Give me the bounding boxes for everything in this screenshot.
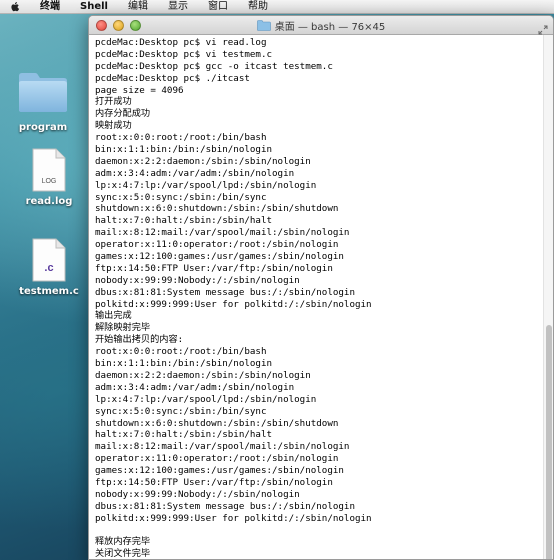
terminal-line: polkitd:x:999:999:User for polkitd:/:/sb… xyxy=(95,512,372,524)
terminal-line: 内存分配成功 xyxy=(95,108,151,120)
terminal-line: games:x:12:100:games:/usr/games:/sbin/no… xyxy=(95,251,344,263)
terminal-line: pcdeMac:Desktop pc$ ./itcast xyxy=(95,72,250,84)
terminal-line: root:x:0:0:root:/root:/bin/bash xyxy=(95,346,267,358)
menu-shell[interactable]: Shell xyxy=(80,0,108,14)
terminal-line: 关闭文件完毕 xyxy=(95,548,151,559)
terminal-line: 解除映射完毕 xyxy=(95,322,151,334)
terminal-line: dbus:x:81:81:System message bus:/:/sbin/… xyxy=(95,286,355,298)
terminal-line: page size = 4096 xyxy=(95,84,184,96)
menu-bar: 终端 Shell 编辑 显示 窗口 帮助 xyxy=(0,0,554,14)
terminal-line: ftp:x:14:50:FTP User:/var/ftp:/sbin/nolo… xyxy=(95,262,333,274)
folder-icon xyxy=(256,19,271,31)
terminal-line: sync:x:5:0:sync:/sbin:/bin/sync xyxy=(95,405,267,417)
terminal-line: lp:x:4:7:lp:/var/spool/lpd:/sbin/nologin xyxy=(95,393,317,405)
desktop-item-label: testmem.c xyxy=(19,286,79,297)
terminal-line: 输出完成 xyxy=(95,310,132,322)
terminal-line: daemon:x:2:2:daemon:/sbin:/sbin/nologin xyxy=(95,369,311,381)
terminal-line: 打开成功 xyxy=(95,96,132,108)
zoom-button[interactable] xyxy=(130,20,141,31)
terminal-line: pcdeMac:Desktop pc$ vi read.log xyxy=(95,37,267,48)
menu-terminal[interactable]: 终端 xyxy=(40,0,60,14)
c-badge: .c xyxy=(44,262,54,274)
terminal-line: adm:x:3:4:adm:/var/adm:/sbin/nologin xyxy=(95,167,295,179)
c-file-icon: .c xyxy=(32,238,66,282)
terminal-line: bin:x:1:1:bin:/bin:/sbin/nologin xyxy=(95,144,273,156)
menu-help[interactable]: 帮助 xyxy=(248,0,268,14)
terminal-line: bin:x:1:1:bin:/bin:/sbin/nologin xyxy=(95,358,273,370)
terminal-line: pcdeMac:Desktop pc$ gcc -o itcast testme… xyxy=(95,60,333,72)
terminal-line: lp:x:4:7:lp:/var/spool/lpd:/sbin/nologin xyxy=(95,179,317,191)
terminal-line: shutdown:x:6:0:shutdown:/sbin:/sbin/shut… xyxy=(95,417,339,429)
terminal-line: mail:x:8:12:mail:/var/spool/mail:/sbin/n… xyxy=(95,227,350,239)
desktop-item-program[interactable]: program xyxy=(8,70,78,133)
terminal-line: mail:x:8:12:mail:/var/spool/mail:/sbin/n… xyxy=(95,441,350,453)
terminal-line: polkitd:x:999:999:User for polkitd:/:/sb… xyxy=(95,298,372,310)
minimize-button[interactable] xyxy=(113,20,124,31)
terminal-line: operator:x:11:0:operator:/root:/sbin/nol… xyxy=(95,239,339,251)
desktop-item-read-log[interactable]: LOG read.log xyxy=(14,148,84,207)
apple-icon[interactable] xyxy=(8,1,22,13)
terminal-line: ftp:x:14:50:FTP User:/var/ftp:/sbin/nolo… xyxy=(95,476,333,488)
desktop-item-label: program xyxy=(18,122,68,133)
terminal-line: halt:x:7:0:halt:/sbin:/sbin/halt xyxy=(95,215,273,227)
terminal-line: dbus:x:81:81:System message bus:/:/sbin/… xyxy=(95,500,355,512)
window-title-area: 桌面 — bash — 76×45 xyxy=(256,18,386,33)
terminal-line: halt:x:7:0:halt:/sbin:/sbin/halt xyxy=(95,429,273,441)
log-file-icon: LOG xyxy=(32,148,66,192)
terminal-line: nobody:x:99:99:Nobody:/:/sbin/nologin xyxy=(95,274,300,286)
vertical-scrollbar[interactable] xyxy=(543,35,553,559)
terminal-line: pcdeMac:Desktop pc$ vi testmem.c xyxy=(95,48,273,60)
log-badge: LOG xyxy=(41,178,57,185)
menu-edit[interactable]: 编辑 xyxy=(128,0,148,14)
terminal-line: sync:x:5:0:sync:/sbin:/bin/sync xyxy=(95,191,267,203)
terminal-line: operator:x:11:0:operator:/root:/sbin/nol… xyxy=(95,453,339,465)
terminal-line: games:x:12:100:games:/usr/games:/sbin/no… xyxy=(95,465,344,477)
window-controls xyxy=(96,20,147,31)
desktop-item-testmem-c[interactable]: .c testmem.c xyxy=(14,238,84,297)
terminal-line: 开始输出拷贝的内容: xyxy=(95,334,184,346)
window-title: 桌面 — bash — 76×45 xyxy=(274,21,386,33)
terminal-window: 桌面 — bash — 76×45 pcdeMac:Desktop pc$ vi… xyxy=(88,15,554,560)
terminal-line: 映射成功 xyxy=(95,120,132,132)
folder-icon xyxy=(17,70,69,118)
terminal-line: adm:x:3:4:adm:/var/adm:/sbin/nologin xyxy=(95,381,295,393)
terminal-line: nobody:x:99:99:Nobody:/:/sbin/nologin xyxy=(95,488,300,500)
terminal-output[interactable]: pcdeMac:Desktop pc$ vi read.log pcdeMac:D… xyxy=(89,35,543,559)
menu-view[interactable]: 显示 xyxy=(168,0,188,14)
fullscreen-icon[interactable] xyxy=(538,20,548,35)
menu-window[interactable]: 窗口 xyxy=(208,0,228,14)
title-bar[interactable]: 桌面 — bash — 76×45 xyxy=(89,16,553,35)
terminal-line: root:x:0:0:root:/root:/bin/bash xyxy=(95,132,267,144)
scroll-thumb[interactable] xyxy=(546,325,552,559)
close-button[interactable] xyxy=(96,20,107,31)
terminal-line: 释放内存完毕 xyxy=(95,536,151,548)
terminal-line: daemon:x:2:2:daemon:/sbin:/sbin/nologin xyxy=(95,155,311,167)
terminal-line: shutdown:x:6:0:shutdown:/sbin:/sbin/shut… xyxy=(95,203,339,215)
desktop-item-label: read.log xyxy=(25,196,73,207)
